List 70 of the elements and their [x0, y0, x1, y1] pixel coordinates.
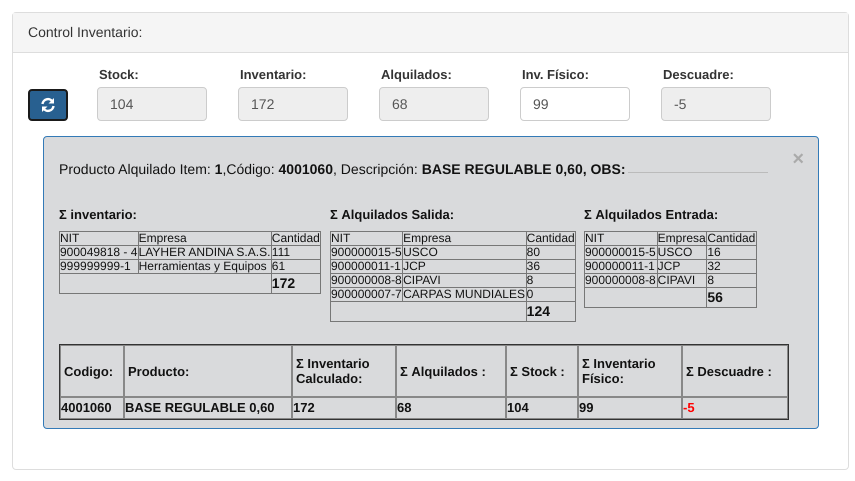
- table-cell: 900049818 - 4: [60, 246, 138, 260]
- table-title: Σ Alquilados Entrada:: [584, 206, 720, 224]
- table-cell: 172: [292, 397, 396, 418]
- table-cell: CARPAS MUNDIALES: [402, 288, 526, 302]
- table-cell: 16: [706, 246, 756, 260]
- table-cell: 111: [271, 246, 320, 260]
- table-cell: 900000011-1: [584, 260, 658, 274]
- column-header: Cantidad: [271, 232, 320, 246]
- table-cell: 61: [271, 260, 320, 274]
- column-header: NIT: [584, 232, 658, 246]
- panel-title: Control Inventario:: [28, 23, 142, 42]
- column-header: Σ Stock :: [506, 345, 578, 397]
- table-cell: 4001060: [60, 397, 124, 418]
- table-cell: 99: [578, 397, 682, 418]
- table-cell: 0: [526, 288, 576, 302]
- column-header: Cantidad: [526, 232, 576, 246]
- table-cell: -5: [682, 397, 788, 418]
- column-header: Σ Inventario Calculado:: [292, 345, 396, 397]
- table-cell: LAYHER ANDINA S.A.S.: [138, 246, 272, 260]
- field-label: Inv. Físico:: [522, 66, 590, 84]
- input-field[interactable]: 104: [97, 87, 207, 121]
- table-cell: 68: [396, 397, 506, 418]
- table-cell: 8: [706, 274, 756, 288]
- input-field[interactable]: -5: [661, 87, 771, 121]
- table-cell: CIPAVI: [402, 274, 526, 288]
- refresh-icon: [40, 97, 56, 113]
- table-title: Σ Alquilados Salida:: [330, 206, 456, 224]
- input-field[interactable]: 99: [520, 87, 630, 121]
- product-description: Producto Alquilado Item: 1,Código: 4001060, Descripción: BASE REGULABLE 0,60, OBS:: [59, 160, 626, 179]
- table-cell: 900000007-7: [330, 288, 403, 302]
- column-header: Σ Descuadre :: [682, 345, 788, 397]
- table-cell: CIPAVI: [657, 274, 707, 288]
- table-cell: USCO: [402, 246, 526, 260]
- table-cell: 900000015-5: [330, 246, 403, 260]
- table-cell: 900000015-5: [584, 246, 658, 260]
- column-header: Σ Alquilados :: [396, 345, 506, 397]
- table-cell: 36: [526, 260, 576, 274]
- table-cell: 999999999-1: [60, 260, 138, 274]
- table-cell: 104: [506, 397, 578, 418]
- column-header: Σ Inventario Físico:: [578, 345, 682, 397]
- total-cell: 56: [706, 288, 756, 308]
- input-field[interactable]: 68: [379, 87, 489, 121]
- table-cell: Herramientas y Equipos: [138, 260, 272, 274]
- table-title: Σ inventario:: [59, 206, 138, 224]
- table-cell: 900000008-8: [330, 274, 403, 288]
- field-label: Inventario:: [240, 66, 308, 84]
- table-cell: 900000008-8: [584, 274, 658, 288]
- field-label: Descuadre:: [663, 66, 735, 84]
- column-header: Codigo:: [60, 345, 124, 397]
- input-field[interactable]: 172: [238, 87, 348, 121]
- column-header: Empresa: [138, 232, 272, 246]
- table-cell: 80: [526, 246, 576, 260]
- table-cell: USCO: [657, 246, 707, 260]
- refresh-button[interactable]: [28, 89, 68, 121]
- total-cell: 124: [526, 302, 576, 322]
- column-header: NIT: [330, 232, 403, 246]
- table-cell: BASE REGULABLE 0,60: [124, 397, 292, 418]
- table-cell: JCP: [657, 260, 707, 274]
- table-cell: 32: [706, 260, 756, 274]
- table-cell: 8: [526, 274, 576, 288]
- column-header: Producto:: [124, 345, 292, 397]
- column-header: Cantidad: [706, 232, 756, 246]
- column-header: NIT: [60, 232, 138, 246]
- column-header: Empresa: [402, 232, 526, 246]
- total-cell: 172: [271, 274, 320, 294]
- field-label: Stock:: [99, 66, 140, 84]
- column-header: Empresa: [657, 232, 707, 246]
- table-cell: JCP: [402, 260, 526, 274]
- field-label: Alquilados:: [381, 66, 453, 84]
- table-cell: 900000011-1: [330, 260, 403, 274]
